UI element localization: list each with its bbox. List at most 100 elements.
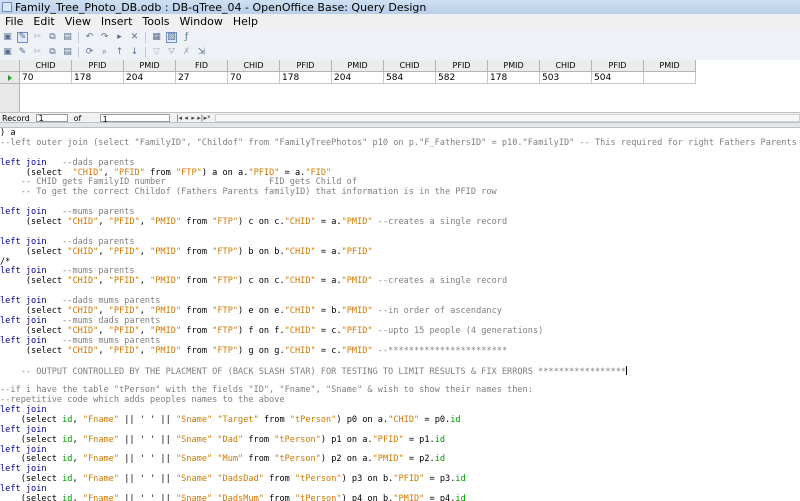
text-cursor <box>626 366 628 376</box>
sql-token: "Mum" <box>217 454 244 465</box>
previous-record-icon[interactable]: ◂ <box>183 114 190 122</box>
sql-editor[interactable]: ) a --left outer join (select "FamilyID",… <box>0 128 800 501</box>
remove-filter-icon[interactable]: ✗ <box>181 47 192 58</box>
run-query-icon[interactable]: ▸ <box>114 32 125 43</box>
column-header[interactable]: PMID <box>488 60 540 72</box>
sql-token: "CHID" <box>67 217 99 228</box>
sql-token: "Fname" <box>82 454 120 465</box>
sql-token: ) b on b. <box>238 246 285 257</box>
column-header[interactable]: CHID <box>20 60 72 72</box>
column-header[interactable]: PMID <box>644 60 696 72</box>
sql-token: --mums dads parents <box>46 315 161 326</box>
sql-token: from <box>181 306 213 317</box>
table-cell[interactable]: 204 <box>124 72 176 84</box>
sql-token: --creates a single record <box>372 217 508 228</box>
copy-icon[interactable]: ⧉ <box>47 47 58 58</box>
sql-token: --mums parents <box>46 207 135 218</box>
record-number-input[interactable]: 1 <box>35 114 68 123</box>
column-header[interactable]: PMID <box>124 60 176 72</box>
edit-icon[interactable]: ✎ <box>17 31 28 43</box>
column-header[interactable]: FID <box>176 60 228 72</box>
sql-token: "tPerson" <box>294 474 342 485</box>
grid-corner[interactable] <box>0 60 20 72</box>
toolbar-separator <box>145 46 146 58</box>
refresh-icon[interactable]: ⟳ <box>84 47 95 58</box>
paste-icon[interactable]: ▤ <box>62 32 73 43</box>
table-cell[interactable]: 70 <box>20 72 72 84</box>
autofilter-icon[interactable]: ▽ <box>151 47 162 58</box>
cut-icon[interactable]: ✂ <box>32 32 43 43</box>
table-cell[interactable]: 204 <box>332 72 384 84</box>
cut-icon[interactable]: ✂ <box>32 47 43 58</box>
standard-filter-icon[interactable]: ⛛ <box>166 47 177 58</box>
sql-token: "CHID" <box>72 167 104 178</box>
sql-token: "PFID" <box>108 325 140 336</box>
table-cell[interactable]: 584 <box>384 72 436 84</box>
current-row-indicator[interactable] <box>0 72 20 84</box>
clear-query-icon[interactable]: ✕ <box>129 32 140 43</box>
column-header[interactable]: PFID <box>72 60 124 72</box>
menu-window[interactable]: Window <box>175 15 228 28</box>
menu-view[interactable]: View <box>60 15 96 28</box>
save-record-icon[interactable]: ▣ <box>2 47 13 58</box>
title-bar: Family_Tree_Photo_DB.odb : DB-qTree_04 -… <box>0 0 800 15</box>
column-header[interactable]: PFID <box>592 60 644 72</box>
sql-token: "tPerson" <box>289 414 337 425</box>
table-cell[interactable]: 178 <box>280 72 332 84</box>
table-row[interactable]: 70 178 204 27 70 178 204 584 582 178 503 504 <box>20 72 696 84</box>
results-grid[interactable]: CHID PFID PMID FID CHID PFID PMID CHID PFID PMID C… <box>0 60 800 112</box>
table-cell[interactable]: 503 <box>540 72 592 84</box>
sort-ascending-icon[interactable]: ↑ <box>114 47 125 58</box>
table-cell[interactable]: 70 <box>228 72 280 84</box>
sql-token: = c. <box>315 325 342 336</box>
sql-token: -- OUTPUT CONTROLLED BY THE PLACMENT OF … <box>0 367 627 378</box>
sort-descending-icon[interactable]: ↓ <box>129 47 140 58</box>
menu-file[interactable]: File <box>0 15 28 28</box>
undo-icon[interactable]: ↶ <box>84 32 95 43</box>
find-record-icon[interactable]: ⌕ <box>99 47 110 58</box>
first-record-icon[interactable]: |◂ <box>176 114 183 122</box>
sql-token: from <box>181 246 213 257</box>
menu-insert[interactable]: Insert <box>96 15 138 28</box>
copy-icon[interactable]: ⧉ <box>47 32 58 43</box>
new-record-icon[interactable]: ▸* <box>204 114 211 122</box>
edit-data-icon[interactable]: ✎ <box>17 47 28 58</box>
paste-icon[interactable]: ▤ <box>62 47 73 58</box>
data-to-text-icon[interactable]: ⇲ <box>196 47 207 58</box>
sql-token: "PMID" <box>341 345 373 356</box>
sql-token: "CHID" <box>284 345 316 356</box>
sql-token: , <box>98 217 109 228</box>
table-cell[interactable]: 178 <box>72 72 124 84</box>
column-header[interactable]: CHID <box>384 60 436 72</box>
design-view-icon[interactable]: ▦ <box>151 32 162 43</box>
redo-icon[interactable]: ↷ <box>99 32 110 43</box>
menu-help[interactable]: Help <box>228 15 263 28</box>
save-icon[interactable]: ▣ <box>2 32 13 43</box>
sql-token: "PFID" <box>393 474 425 485</box>
column-header[interactable]: PMID <box>332 60 384 72</box>
functions-icon[interactable]: ƒ <box>181 32 192 43</box>
sql-toggle-icon[interactable]: ▧ <box>166 31 177 43</box>
column-header[interactable]: PFID <box>280 60 332 72</box>
last-record-icon[interactable]: ▸| <box>197 114 204 122</box>
sql-token: , <box>139 276 151 287</box>
sql-token: , <box>98 246 109 257</box>
column-header[interactable]: CHID <box>228 60 280 72</box>
sql-token: from <box>181 217 213 228</box>
sql-line: (select id, "Fname" || ' ' || "Sname" "D… <box>0 435 800 446</box>
table-cell[interactable]: 27 <box>176 72 228 84</box>
horizontal-scrollbar[interactable] <box>214 114 800 122</box>
table-cell[interactable]: 178 <box>488 72 540 84</box>
menu-tools[interactable]: Tools <box>137 15 174 28</box>
table-cell[interactable]: 582 <box>436 72 488 84</box>
sql-line: (select id, "Fname" || ' ' || "Sname" "D… <box>0 494 800 501</box>
table-cell[interactable] <box>644 72 696 84</box>
column-header[interactable]: PFID <box>436 60 488 72</box>
sql-token: --upto 15 people (4 generations) <box>372 325 544 336</box>
menu-edit[interactable]: Edit <box>28 15 59 28</box>
next-record-icon[interactable]: ▸ <box>190 114 197 122</box>
column-header[interactable]: CHID <box>540 60 592 72</box>
sql-line: (select id, "Fname" || ' ' || "Sname" "T… <box>0 414 800 426</box>
sql-token: from <box>258 414 290 425</box>
table-cell[interactable]: 504 <box>592 72 644 84</box>
